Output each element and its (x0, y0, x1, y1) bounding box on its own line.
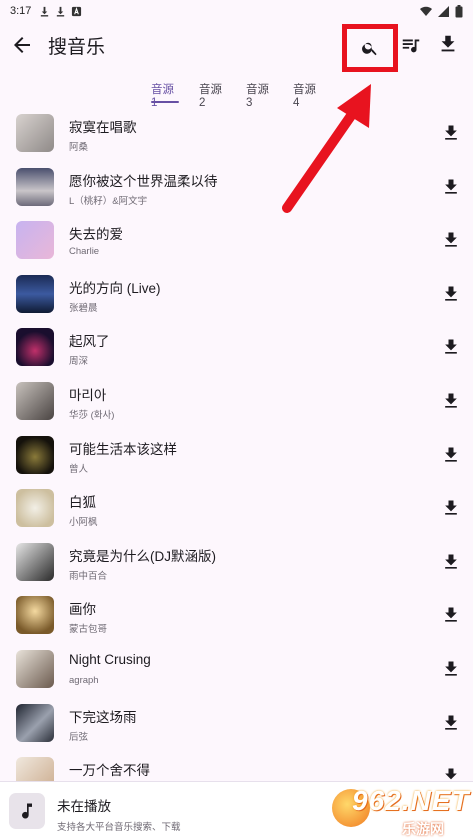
back-arrow-icon[interactable] (10, 33, 34, 57)
song-artist: 周深 (69, 356, 89, 368)
song-row[interactable]: 白狐 小阿枫 (0, 483, 473, 537)
song-title: 一万个舍不得 (69, 763, 150, 779)
tab-source-1[interactable]: 音源1 (151, 81, 179, 109)
album-cover (16, 167, 54, 206)
song-title: 可能生活本该这样 (69, 441, 177, 457)
download-icon[interactable] (441, 552, 461, 572)
signal-icon (438, 5, 449, 17)
song-artist: 蒙古包哥 (69, 624, 108, 636)
song-title: 白狐 (69, 495, 96, 511)
album-cover (16, 114, 54, 152)
song-artist: 小阿枫 (69, 517, 98, 529)
album-cover (16, 328, 54, 367)
song-row[interactable]: 寂寞在唱歌 阿桑 (0, 108, 473, 162)
song-artist: 雨中百合 (69, 570, 108, 582)
download-icon[interactable] (441, 445, 461, 465)
download-icon[interactable] (441, 713, 461, 733)
download-notification-icon (57, 6, 65, 17)
tab-source-3[interactable]: 音源3 (246, 81, 274, 109)
album-cover (16, 542, 54, 581)
download-icon[interactable] (441, 123, 461, 143)
song-title: Night Crusing (69, 652, 151, 667)
song-artist: 张碧晨 (69, 302, 98, 314)
watermark-bottom-text: 乐游网 (402, 821, 444, 837)
song-artist: L（桃籽）&阿文宇 (69, 195, 148, 207)
download-icon[interactable] (441, 391, 461, 411)
song-artist: 阿桑 (69, 142, 89, 153)
song-row[interactable]: 愿你被这个世界温柔以待 L（桃籽）&阿文宇 (0, 162, 473, 216)
watermark-top-text: 962.NET (352, 785, 470, 816)
battery-icon (455, 4, 463, 17)
song-row[interactable]: 下完这场雨 后弦 (0, 698, 473, 752)
song-title: 失去的爱 (69, 227, 123, 243)
song-title: 下完这场雨 (69, 709, 137, 725)
song-artist: 曾人 (69, 463, 89, 475)
tab-source-2[interactable]: 音源2 (199, 81, 227, 109)
download-icon[interactable] (441, 284, 461, 304)
album-cover (16, 274, 54, 313)
song-artist: Charlie (69, 246, 100, 258)
song-row[interactable]: Night Crusing agraph (0, 644, 473, 698)
download-icon[interactable] (441, 605, 461, 625)
tab-source-4[interactable]: 音源4 (293, 81, 321, 109)
song-row[interactable]: 起风了 周深 (0, 322, 473, 376)
search-icon (362, 42, 377, 56)
album-cover (16, 435, 54, 474)
source-tabs: 音源1 音源2 音源3 音源4 (0, 76, 473, 109)
player-subtitle: 支持各大平台音乐搜索、下载 (57, 822, 181, 833)
download-icon[interactable] (437, 33, 459, 55)
album-cover (16, 596, 54, 635)
download-icon[interactable] (441, 498, 461, 518)
album-cover (16, 489, 54, 528)
status-bar: 3:17 (0, 0, 473, 22)
download-notification-icon (41, 6, 49, 17)
wifi-icon (420, 6, 432, 16)
download-icon[interactable] (441, 177, 461, 197)
download-icon[interactable] (441, 659, 461, 679)
album-cover (16, 650, 54, 688)
app-bar: 搜音乐 (0, 22, 473, 72)
song-artist: 后弦 (69, 731, 89, 743)
album-cover (16, 382, 54, 420)
song-title: 마리아 (69, 388, 107, 403)
song-row[interactable]: 失去的爱 Charlie (0, 215, 473, 269)
queue-music-icon[interactable] (400, 34, 422, 56)
song-row[interactable]: 可能生活本该这样 曾人 (0, 430, 473, 484)
song-artist: agraph (69, 675, 99, 686)
status-time: 3:17 (10, 5, 32, 17)
search-button[interactable] (342, 24, 398, 72)
app-notification-icon (72, 6, 82, 16)
album-cover (16, 221, 54, 260)
player-artwork (9, 793, 45, 829)
song-row[interactable]: 光的方向 (Live) 张碧晨 (0, 269, 473, 323)
song-title: 光的方向 (Live) (69, 280, 161, 296)
song-row[interactable]: 마리아 华莎 (화사) (0, 376, 473, 430)
song-title: 画你 (69, 602, 96, 618)
download-icon[interactable] (441, 230, 461, 250)
song-title: 究竟是为什么(DJ默涵版) (69, 548, 216, 564)
page-title: 搜音乐 (48, 37, 106, 58)
song-artist: 华莎 (화사) (69, 410, 115, 421)
music-note-icon (22, 803, 32, 819)
song-title: 愿你被这个世界温柔以待 (69, 173, 218, 189)
download-icon[interactable] (441, 337, 461, 357)
song-title: 寂寞在唱歌 (69, 120, 137, 135)
song-title: 起风了 (69, 334, 110, 350)
song-row[interactable]: 究竟是为什么(DJ默涵版) 雨中百合 (0, 537, 473, 591)
watermark-logo: 962.NET 乐游网 (332, 783, 473, 840)
song-row[interactable]: 画你 蒙古包哥 (0, 590, 473, 644)
album-cover (16, 703, 54, 742)
player-title: 未在播放 (57, 799, 111, 814)
